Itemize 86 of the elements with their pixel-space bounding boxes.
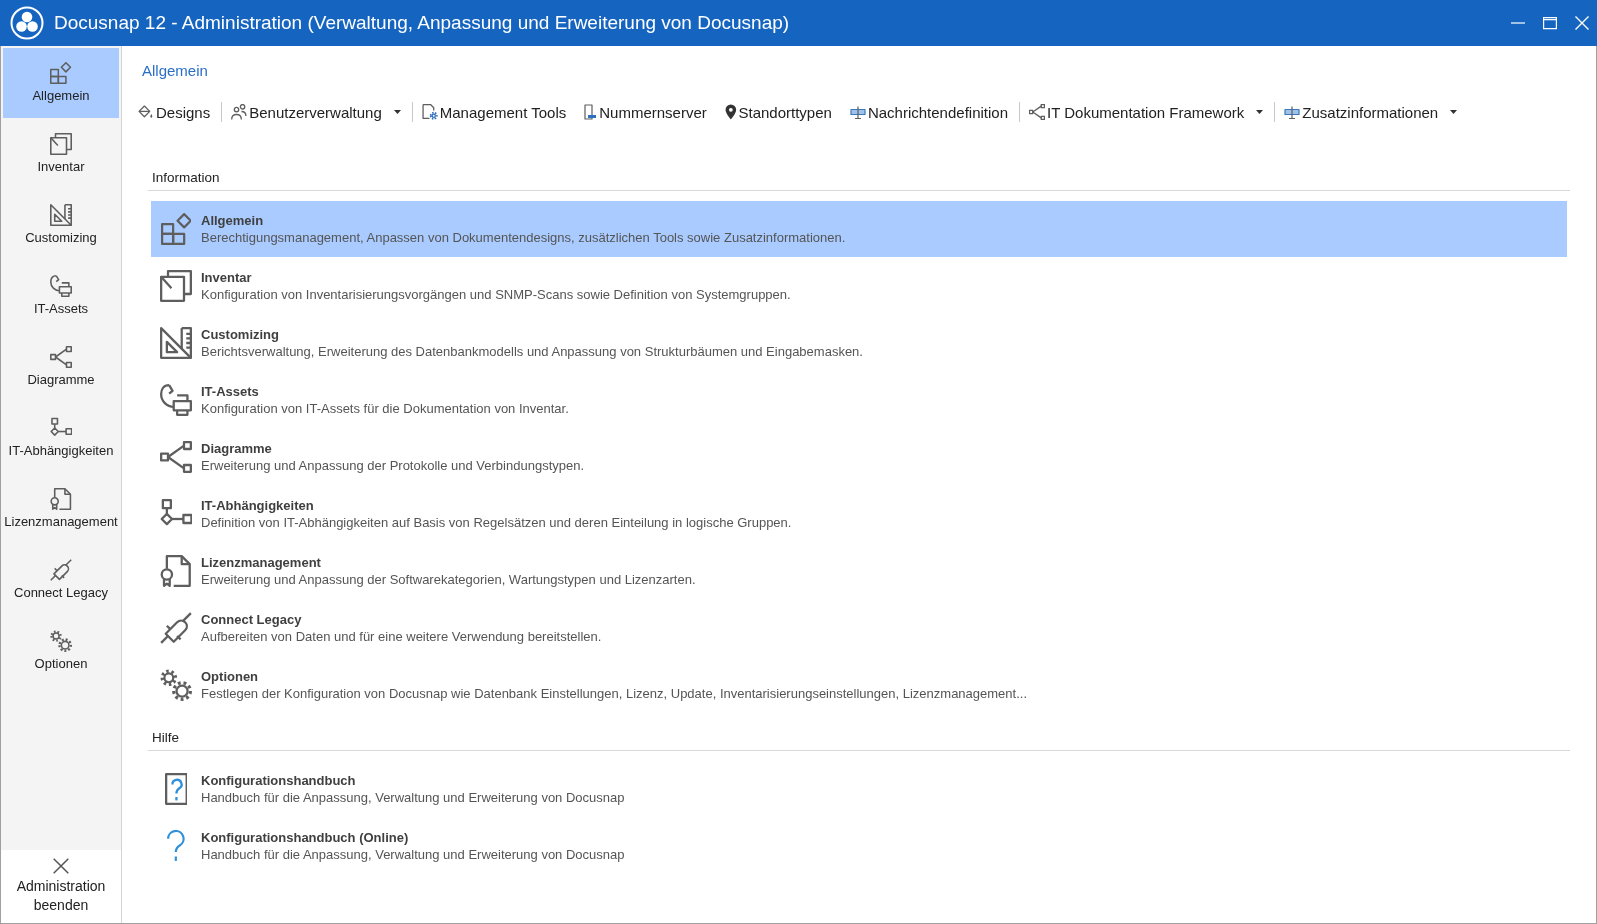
plug-icon: [50, 559, 72, 581]
labeled-document-icon: [584, 104, 598, 120]
tiles-icon: [160, 213, 192, 245]
plug-icon: [160, 612, 192, 644]
toolbar-button[interactable]: Designs: [135, 98, 214, 126]
item-title: Lizenzmanagement: [201, 554, 321, 571]
users-icon: [231, 104, 248, 120]
toolbar-button[interactable]: Benutzerverwaltung: [228, 98, 404, 126]
certificate-icon: [160, 555, 192, 587]
item-description: Handbuch für die Anpassung, Verwaltung und Erweiterung von Docusnap: [201, 789, 625, 806]
location-pin-icon: [724, 104, 737, 120]
item-description: Definition von IT-Abhängigkeiten auf Basis von Regelsätzen und deren Einteilung in logische Gruppen.: [201, 514, 792, 531]
item-description: Aufbereiten von Daten und für eine weitere Verwendung bereitstellen.: [201, 628, 602, 645]
sidebar-item[interactable]: IT-Assets: [3, 261, 119, 331]
page-title: Allgemein: [142, 61, 208, 81]
toolbar-button[interactable]: Nummernserver: [581, 98, 710, 126]
certificate-icon: [50, 488, 72, 510]
list-item[interactable]: Lizenzmanagement Erweiterung und Anpassung der Softwarekategorien, Wartungstypen und Lizenzarten.: [151, 543, 1567, 599]
item-title: IT-Abhängigkeiten: [201, 497, 314, 514]
caret-icon: [1256, 110, 1264, 114]
document-gear-icon: [421, 104, 438, 120]
list-item[interactable]: Optionen Festlegen der Konfiguration von Docusnap wie Datenbank Einstellungen, Lizenz, Update, Inventarisierungseinstellungen, Lizenzmanagement...: [151, 657, 1567, 713]
logo-icon: [10, 6, 44, 40]
sidebar-item[interactable]: Allgemein: [3, 48, 119, 118]
panel-icon: [849, 105, 866, 119]
help-document-icon: [164, 773, 188, 805]
window-title: Docusnap 12 - Administration (Verwaltung, Anpassung und Erweiterung von Docusnap): [54, 12, 790, 34]
share-icon: [1029, 104, 1045, 120]
list-item[interactable]: IT-Assets Konfiguration von IT-Assets für die Dokumentation von Inventar.: [151, 372, 1567, 428]
item-description: Erweiterung und Anpassung der Softwarekategorien, Wartungstypen und Lizenzarten.: [201, 571, 696, 588]
item-description: Konfiguration von Inventarisierungsvorgängen und SNMP-Scans sowie Definition von Systemgruppen.: [201, 286, 791, 303]
gears-icon: [160, 669, 192, 701]
item-title: IT-Assets: [201, 383, 259, 400]
list-item[interactable]: Diagramme Erweiterung und Anpassung der Protokolle und Verbindungstypen.: [151, 429, 1567, 485]
item-description: Handbuch für die Anpassung, Verwaltung und Erweiterung von Docusnap: [201, 846, 625, 863]
toolbar-button[interactable]: Nachrichtendefinition: [846, 98, 1011, 126]
section-heading: Information: [152, 169, 220, 187]
list-item[interactable]: Inventar Konfiguration von Inventarisierungsvorgängen und SNMP-Scans sowie Definition von Systemgruppen.: [151, 258, 1567, 314]
paint-bucket-icon: [138, 105, 154, 119]
list-item[interactable]: Konfigurationshandbuch (Online) Handbuch für die Anpassung, Verwaltung und Erweiterung von Docusnap: [151, 818, 1567, 874]
diagram-icon: [50, 346, 72, 368]
list-item[interactable]: Allgemein Berechtigungsmanagement, Anpassen von Dokumentendesigns, zusätzlichen Tools sowie Zusatzinformationen.: [151, 201, 1567, 257]
item-description: Berichtsverwaltung, Erweiterung des Datenbankmodells und Anpassung von Strukturbäumen und Eingabemasken.: [201, 343, 863, 360]
gears-icon: [50, 630, 72, 652]
item-title: Konfigurationshandbuch (Online): [201, 829, 409, 846]
sidebar-item[interactable]: IT-Abhängigkeiten: [3, 403, 119, 473]
sidebar-item[interactable]: Optionen: [3, 616, 119, 686]
toolbar-button[interactable]: Standorttypen: [721, 98, 835, 126]
panel-icon: [1284, 105, 1301, 119]
question-mark-icon: [167, 830, 185, 862]
item-title: Konfigurationshandbuch: [201, 772, 356, 789]
maximize-icon[interactable]: [1543, 16, 1557, 30]
list-item[interactable]: IT-Abhängigkeiten Definition von IT-Abhängigkeiten auf Basis von Regelsätzen und deren Einteilung in logische Gruppen.: [151, 486, 1567, 542]
close-icon[interactable]: [1575, 16, 1589, 30]
list-item[interactable]: Customizing Berichtsverwaltung, Erweiterung des Datenbankmodells und Anpassung von Strukturbäumen und Eingabemasken.: [151, 315, 1567, 371]
list-item[interactable]: Connect Legacy Aufbereiten von Daten und für eine weitere Verwendung bereitstellen.: [151, 600, 1567, 656]
toolbar-button[interactable]: Zusatzinformationen: [1281, 98, 1461, 126]
sidebar-item[interactable]: Inventar: [3, 119, 119, 189]
item-title: Allgemein: [201, 212, 264, 229]
documents-icon: [50, 133, 72, 155]
diagram-icon: [160, 441, 192, 473]
sidebar-item[interactable]: Lizenzmanagement: [3, 474, 119, 544]
item-title: Inventar: [201, 269, 252, 286]
close-icon: [53, 858, 69, 874]
toolbar-button[interactable]: IT Dokumentation Framework: [1026, 98, 1267, 126]
item-description: Konfiguration von IT-Assets für die Dokumentation von Inventar.: [201, 400, 569, 417]
item-title: Customizing: [201, 326, 279, 343]
sidebar-item[interactable]: Connect Legacy: [3, 545, 119, 615]
item-title: Optionen: [201, 668, 259, 685]
section-heading: Hilfe: [152, 729, 179, 747]
documents-icon: [160, 270, 192, 302]
item-title: Connect Legacy: [201, 611, 302, 628]
item-description: Berechtigungsmanagement, Anpassen von Dokumentendesigns, zusätzlichen Tools sowie Zusatzinformationen.: [201, 229, 846, 246]
caret-icon: [1450, 110, 1458, 114]
toolbar-button[interactable]: Management Tools: [418, 98, 570, 126]
list-item[interactable]: Konfigurationshandbuch Handbuch für die Anpassung, Verwaltung und Erweiterung von Docusnap: [151, 761, 1567, 817]
item-title: Diagramme: [201, 440, 272, 457]
item-description: Festlegen der Konfiguration von Docusnap wie Datenbank Einstellungen, Lizenz, Update, Inventarisierungseinstellungen, Lizenzmanagement...: [201, 685, 1027, 702]
tiles-icon: [50, 62, 72, 84]
flowchart-icon: [50, 417, 72, 439]
phone-printer-icon: [50, 275, 72, 297]
caret-icon: [393, 110, 401, 114]
phone-printer-icon: [160, 384, 192, 416]
sidebar-item[interactable]: Customizing: [3, 190, 119, 260]
sidebar-item[interactable]: Diagramme: [3, 332, 119, 402]
item-description: Erweiterung und Anpassung der Protokolle und Verbindungstypen.: [201, 457, 585, 474]
